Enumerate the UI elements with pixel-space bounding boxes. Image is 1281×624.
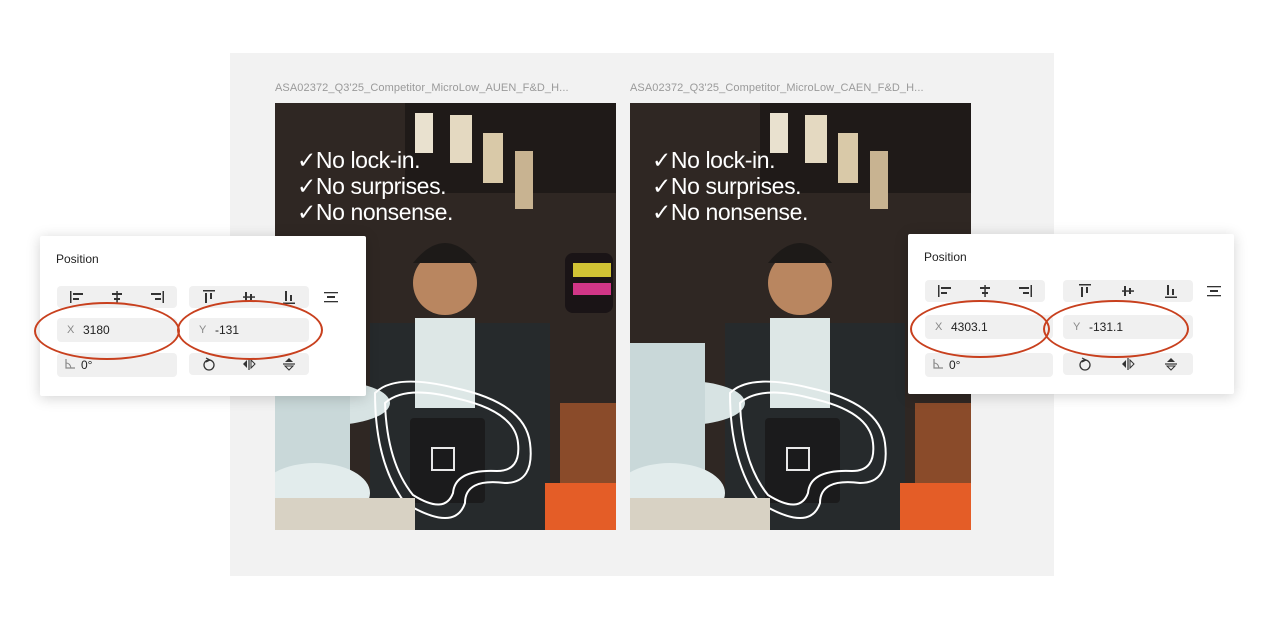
vertical-align-group [1063,280,1193,302]
headline-line: ✓No lock-in. [297,147,421,173]
y-value: -131.1 [1089,320,1124,334]
horizontal-align-group [925,280,1045,302]
vertical-align-group [189,286,309,308]
headline-line: ✓No nonsense. [652,199,809,225]
headline: ✓No lock-in. ✓No surprises. ✓No nonsense… [297,147,453,225]
headline-line: ✓No surprises. [297,173,447,199]
x-position-field[interactable]: X 4303.1 [925,315,1053,339]
rotate-icon[interactable] [1070,353,1100,375]
position-panel-au: Position X 3180 Y -131 0° [40,236,366,396]
distribute-icon[interactable] [1207,284,1223,300]
transform-group [1063,353,1193,375]
frame-label-ca[interactable]: ASA02372_Q3'25_Competitor_MicroLow_CAEN_… [630,82,970,94]
align-right-icon[interactable] [1010,280,1040,302]
headline-line: ✓No surprises. [652,173,802,199]
rotation-field[interactable]: 0° [57,353,177,377]
x-value: 4303.1 [951,320,988,334]
rotation-field[interactable]: 0° [925,353,1053,377]
x-label: X [935,321,943,333]
align-top-icon[interactable] [194,286,224,308]
align-right-icon[interactable] [142,286,172,308]
headline: ✓No lock-in. ✓No surprises. ✓No nonsense… [652,147,808,225]
flip-vertical-icon[interactable] [274,353,304,375]
rotate-icon[interactable] [194,353,224,375]
panel-title: Position [56,252,99,266]
align-center-v-icon[interactable] [1113,280,1143,302]
distribute-icon[interactable] [324,290,340,306]
align-bottom-icon[interactable] [274,286,304,308]
x-label: X [67,324,75,336]
flip-vertical-icon[interactable] [1156,353,1186,375]
y-label: Y [199,324,207,336]
flip-horizontal-icon[interactable] [234,353,264,375]
headline-line: ✓No lock-in. [652,147,776,173]
y-value: -131 [215,323,240,337]
align-bottom-icon[interactable] [1156,280,1186,302]
rotation-value: 0° [81,358,93,372]
transform-group [189,353,309,375]
align-center-v-icon[interactable] [234,286,264,308]
rotation-angle-icon [933,358,949,372]
position-panel-ca: Position X 4303.1 Y -131.1 0° [908,234,1234,394]
horizontal-align-group [57,286,177,308]
align-left-icon[interactable] [62,286,92,308]
y-position-field[interactable]: Y -131.1 [1063,315,1193,339]
panel-title: Position [924,250,967,264]
y-position-field[interactable]: Y -131 [189,318,309,342]
y-label: Y [1073,321,1081,333]
align-center-h-icon[interactable] [102,286,132,308]
align-top-icon[interactable] [1070,280,1100,302]
x-position-field[interactable]: X 3180 [57,318,177,342]
flip-horizontal-icon[interactable] [1113,353,1143,375]
align-center-h-icon[interactable] [970,280,1000,302]
headline-line: ✓No nonsense. [297,199,454,225]
frame-label-au[interactable]: ASA02372_Q3'25_Competitor_MicroLow_AUEN_… [275,82,615,94]
rotation-value: 0° [949,358,961,372]
align-left-icon[interactable] [930,280,960,302]
x-value: 3180 [83,323,110,337]
rotation-angle-icon [65,358,81,372]
